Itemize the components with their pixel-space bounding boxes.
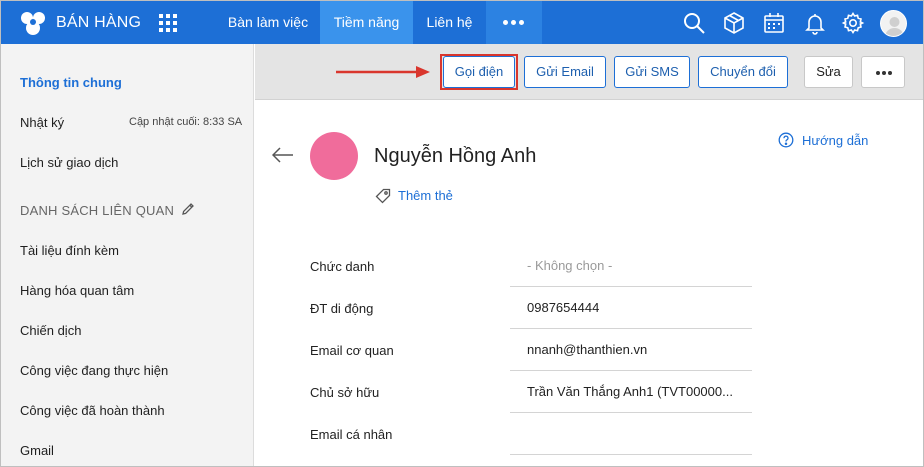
top-navbar: BÁN HÀNG Bàn làm việc Tiềm năng Liên hệ bbox=[1, 1, 923, 44]
tab-tiem-nang[interactable]: Tiềm năng bbox=[320, 1, 413, 44]
contact-detail-panel: Nguyễn Hồng Anh Thêm thẻ Hướng dẫn Chức … bbox=[255, 101, 923, 466]
sidebar-item-hang-hoa[interactable]: Hàng hóa quan tâm bbox=[20, 283, 134, 298]
pencil-icon[interactable] bbox=[180, 201, 196, 217]
field-value-chu-so-huu[interactable]: Trần Văn Thắng Anh1 (TVT00000... bbox=[510, 371, 752, 413]
send-email-button[interactable]: Gửi Email bbox=[524, 56, 606, 88]
field-label-email-co-quan: Email cơ quan bbox=[310, 343, 394, 358]
edit-button[interactable]: Sửa bbox=[804, 56, 853, 88]
sidebar-item-chien-dich[interactable]: Chiến dịch bbox=[20, 323, 81, 338]
help-link[interactable]: Hướng dẫn bbox=[802, 133, 868, 148]
field-label-chuc-danh: Chức danh bbox=[310, 259, 375, 274]
tab-lien-he[interactable]: Liên hệ bbox=[413, 1, 486, 44]
sidebar-item-thong-tin-chung[interactable]: Thông tin chung bbox=[20, 75, 122, 90]
logo-flower-icon[interactable] bbox=[19, 10, 47, 36]
search-icon[interactable] bbox=[682, 11, 706, 35]
last-updated-text: Cập nhật cuối: 8:33 SA bbox=[129, 116, 243, 128]
tab-ban-lam-viec[interactable]: Bàn làm việc bbox=[216, 1, 320, 44]
add-tag-link[interactable]: Thêm thẻ bbox=[398, 188, 453, 203]
field-value-chuc-danh[interactable]: - Không chọn - bbox=[510, 245, 752, 287]
app-window: BÁN HÀNG Bàn làm việc Tiềm năng Liên hệ bbox=[0, 0, 924, 467]
field-label-chu-so-huu: Chủ sở hữu bbox=[310, 385, 380, 400]
send-sms-button[interactable]: Gửi SMS bbox=[614, 56, 690, 88]
sidebar-item-cong-viec-dang[interactable]: Công việc đang thực hiện bbox=[20, 363, 168, 378]
calendar-icon[interactable] bbox=[762, 11, 786, 35]
box-icon[interactable] bbox=[722, 11, 746, 35]
sidebar: Thông tin chung Nhật ký Cập nhật cuối: 8… bbox=[1, 44, 254, 466]
call-button[interactable]: Gọi điện bbox=[443, 56, 515, 88]
bell-icon[interactable] bbox=[803, 11, 827, 35]
sidebar-item-tai-lieu[interactable]: Tài liệu đính kèm bbox=[20, 243, 119, 258]
field-label-email-ca-nhan: Email cá nhân bbox=[310, 427, 393, 442]
convert-button[interactable]: Chuyển đổi bbox=[698, 56, 788, 88]
back-arrow-icon[interactable] bbox=[272, 147, 294, 163]
field-value-email-ca-nhan[interactable] bbox=[510, 413, 752, 455]
user-avatar[interactable] bbox=[880, 10, 907, 37]
tag-icon[interactable] bbox=[375, 188, 391, 204]
field-value-dt-di-dong[interactable]: 0987654444 bbox=[510, 287, 752, 329]
field-value-email-co-quan[interactable]: nnanh@thanthien.vn bbox=[510, 329, 752, 371]
contact-name: Nguyễn Hồng Anh bbox=[374, 145, 537, 167]
sidebar-item-gmail[interactable]: Gmail bbox=[20, 443, 54, 458]
sidebar-item-nhat-ky[interactable]: Nhật ký bbox=[20, 115, 64, 130]
more-actions-button[interactable] bbox=[861, 56, 905, 88]
help-circle-icon[interactable] bbox=[778, 132, 794, 148]
related-list-heading: DANH SÁCH LIÊN QUAN bbox=[20, 203, 175, 218]
nav-more-button[interactable] bbox=[486, 1, 542, 44]
sidebar-item-lich-su-giao-dich[interactable]: Lịch sử giao dịch bbox=[20, 155, 118, 170]
sidebar-item-cong-viec-da[interactable]: Công việc đã hoàn thành bbox=[20, 403, 165, 418]
contact-avatar bbox=[310, 132, 358, 180]
apps-grid-icon[interactable] bbox=[159, 14, 177, 32]
gear-icon[interactable] bbox=[841, 11, 865, 35]
brand-name: BÁN HÀNG bbox=[56, 14, 142, 31]
field-label-dt-di-dong: ĐT di động bbox=[310, 301, 374, 316]
pointer-arrow bbox=[336, 66, 430, 78]
